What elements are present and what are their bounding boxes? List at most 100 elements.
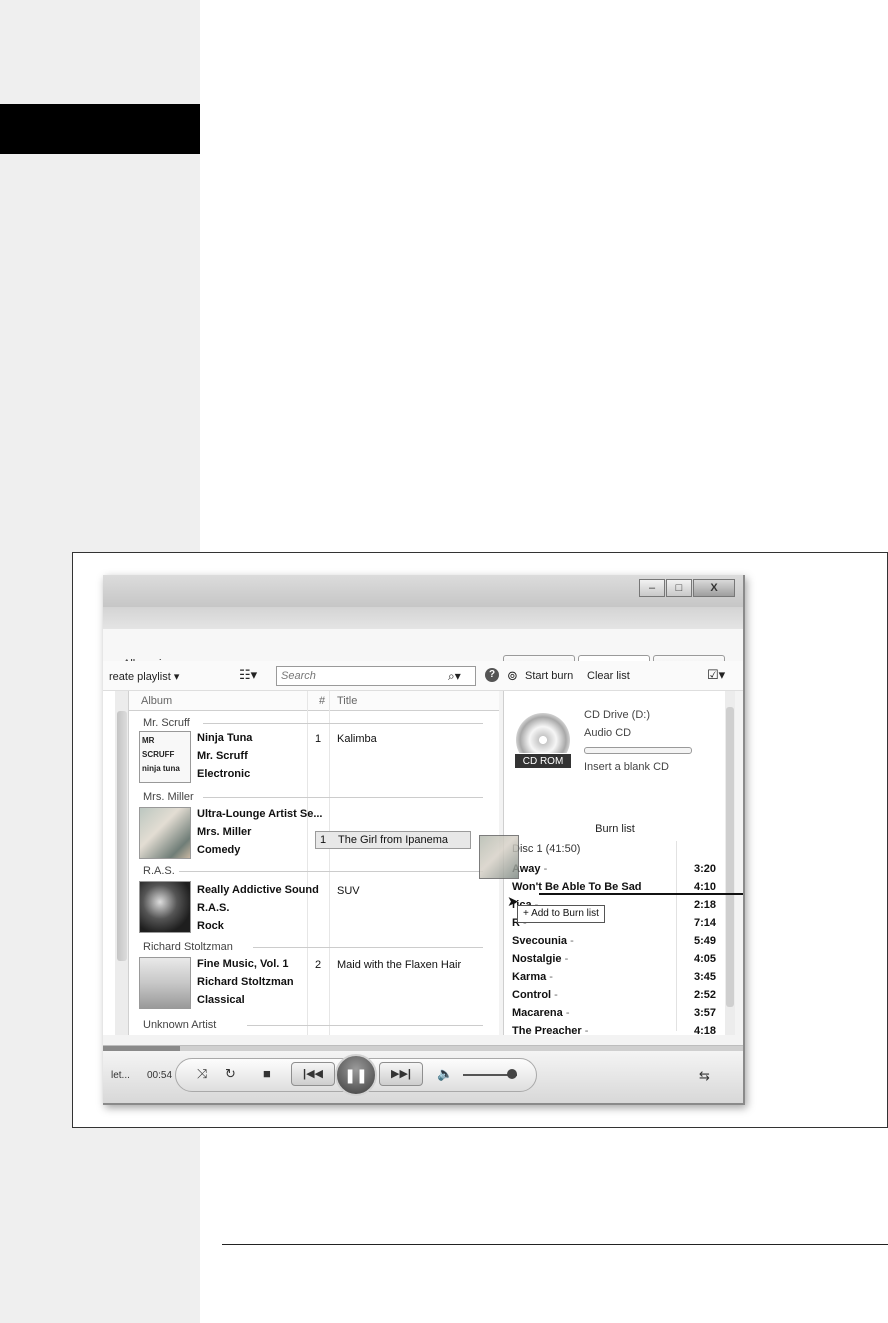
clear-list-button[interactable]: Clear list	[587, 670, 630, 682]
album-art[interactable]	[139, 957, 191, 1009]
album-art[interactable]	[139, 807, 191, 859]
burn-item-title: Svecounia -	[512, 935, 574, 947]
burn-item-separator: -	[551, 989, 558, 1001]
burn-options-icon[interactable]: ☑▾	[707, 667, 725, 683]
burn-item-duration: 4:05	[694, 953, 717, 965]
album-artist: Richard Stoltzman	[197, 976, 294, 988]
burn-item-title: Macarena -	[512, 1007, 570, 1019]
create-playlist-button[interactable]: reate playlist ▾	[109, 670, 179, 683]
help-icon[interactable]: ?	[485, 668, 499, 682]
scrollbar-thumb[interactable]	[117, 711, 127, 961]
album-art[interactable]	[139, 881, 191, 933]
album-info[interactable]: Really Addictive Sound R.A.S. Rock	[197, 881, 319, 935]
burn-list-item[interactable]: Karma - 3:45	[512, 969, 718, 987]
disc-type: Audio CD	[584, 727, 632, 739]
volume-knob[interactable]	[506, 1069, 517, 1079]
burn-item-separator: -	[561, 953, 569, 965]
pause-button[interactable]: ❚❚	[335, 1054, 377, 1096]
stop-icon[interactable]: ■	[263, 1066, 271, 1081]
burn-item-separator: -	[546, 971, 553, 983]
burn-list-item[interactable]: Svecounia - 5:49	[512, 933, 718, 951]
burn-item-title: Karma -	[512, 971, 553, 983]
column-header: Album # Title	[129, 691, 499, 711]
album-genre: Electronic	[197, 768, 251, 780]
burn-item-separator: -	[562, 1007, 570, 1019]
minimize-button[interactable]: –	[639, 579, 665, 597]
seek-bar[interactable]	[103, 1046, 743, 1051]
group-divider	[247, 1025, 483, 1026]
media-player-window: – □ X ▸ All music Play Burn Sync reate p…	[103, 575, 745, 1105]
album-info[interactable]: Ultra-Lounge Artist Se... Mrs. Miller Co…	[197, 805, 323, 859]
selected-track-row[interactable]: 1 The Girl from Ipanema	[315, 831, 471, 849]
burn-list-item[interactable]: Nostalgie - 4:05	[512, 951, 718, 969]
track-title[interactable]: Maid with the Flaxen Hair	[337, 959, 461, 971]
burn-list-scrollbar[interactable]	[725, 691, 735, 1035]
next-button[interactable]: ▶▶|	[379, 1062, 423, 1086]
search-icon[interactable]: ⌕▾	[448, 669, 461, 684]
column-divider	[307, 691, 308, 1035]
track-title[interactable]: SUV	[337, 885, 360, 897]
column-title[interactable]: Title	[337, 695, 357, 707]
album-artist: Mr. Scruff	[197, 750, 248, 762]
switch-view-icon[interactable]: ⇆	[699, 1068, 710, 1084]
album-art[interactable]: MR SCRUFF ninja tuna	[139, 731, 191, 783]
album-genre: Classical	[197, 994, 245, 1006]
burn-item-duration: 4:10	[694, 881, 717, 893]
repeat-icon[interactable]: ↻	[225, 1066, 236, 1082]
scrollbar-thumb[interactable]	[726, 707, 734, 1007]
cd-rom-label: CD ROM	[514, 753, 572, 769]
artist-group-header: R.A.S.	[143, 865, 175, 877]
burn-item-duration: 3:45	[694, 971, 717, 983]
burn-list-item[interactable]: Control - 2:52	[512, 987, 718, 1005]
dragged-album-art[interactable]	[479, 835, 519, 879]
album-title: Really Addictive Sound	[197, 884, 319, 896]
album-info[interactable]: Ninja Tuna Mr. Scruff Electronic	[197, 729, 252, 783]
window-controls: – □ X	[638, 579, 735, 597]
burn-list-item[interactable]: Away - 3:20	[512, 861, 718, 879]
view-options-icon[interactable]: ☷▾	[239, 667, 257, 683]
burn-item-duration: 2:18	[694, 899, 717, 911]
group-divider	[203, 797, 483, 798]
start-burn-button[interactable]: Start burn	[525, 670, 573, 682]
album-genre: Rock	[197, 920, 224, 932]
burn-list-item[interactable]: The Preacher - 4:18	[512, 1023, 718, 1041]
album-title: Fine Music, Vol. 1	[197, 958, 289, 970]
now-playing-title: let...	[111, 1070, 130, 1081]
mute-icon[interactable]: 🔈	[437, 1066, 453, 1082]
album-artist: Mrs. Miller	[197, 826, 252, 838]
group-divider	[203, 723, 483, 724]
album-title: Ultra-Lounge Artist Se...	[197, 808, 323, 820]
track-title: The Girl from Ipanema	[338, 834, 449, 846]
library-scrollbar[interactable]	[115, 691, 129, 1035]
group-divider	[253, 947, 483, 948]
group-divider	[179, 871, 483, 872]
album-info[interactable]: Fine Music, Vol. 1 Richard Stoltzman Cla…	[197, 955, 294, 1009]
column-divider	[329, 691, 330, 1035]
create-playlist-label: reate playlist	[109, 671, 171, 683]
burn-item-title: Control -	[512, 989, 558, 1001]
burn-disc-icon: ⊚	[507, 668, 518, 683]
burn-item-title: The Preacher -	[512, 1025, 589, 1037]
column-album[interactable]: Album	[141, 695, 172, 707]
burn-item-duration: 7:14	[694, 917, 717, 929]
footer-rule	[222, 1244, 888, 1245]
shuffle-icon[interactable]: ⤨	[197, 1066, 207, 1082]
burn-item-duration: 3:20	[694, 863, 717, 875]
search-input[interactable]: Search	[276, 666, 476, 686]
close-button[interactable]: X	[693, 579, 735, 597]
maximize-button[interactable]: □	[666, 579, 692, 597]
artist-group-header: Mrs. Miller	[143, 791, 194, 803]
burn-list-item[interactable]: Macarena - 3:57	[512, 1005, 718, 1023]
album-title: Ninja Tuna	[197, 732, 253, 744]
previous-button[interactable]: |◀◀	[291, 1062, 335, 1086]
chapter-thumb-tab	[0, 104, 200, 154]
title-bar: – □ X	[103, 575, 743, 607]
seek-bar-progress	[103, 1046, 180, 1051]
column-number[interactable]: #	[319, 695, 325, 707]
disc-header: Disc 1 (41:50)	[512, 843, 581, 855]
burn-item-separator: -	[567, 935, 574, 947]
track-title[interactable]: Kalimba	[337, 733, 377, 745]
album-genre: Comedy	[197, 844, 241, 856]
drive-name: CD Drive (D:)	[584, 709, 650, 721]
burn-item-duration: 2:52	[694, 989, 717, 1001]
